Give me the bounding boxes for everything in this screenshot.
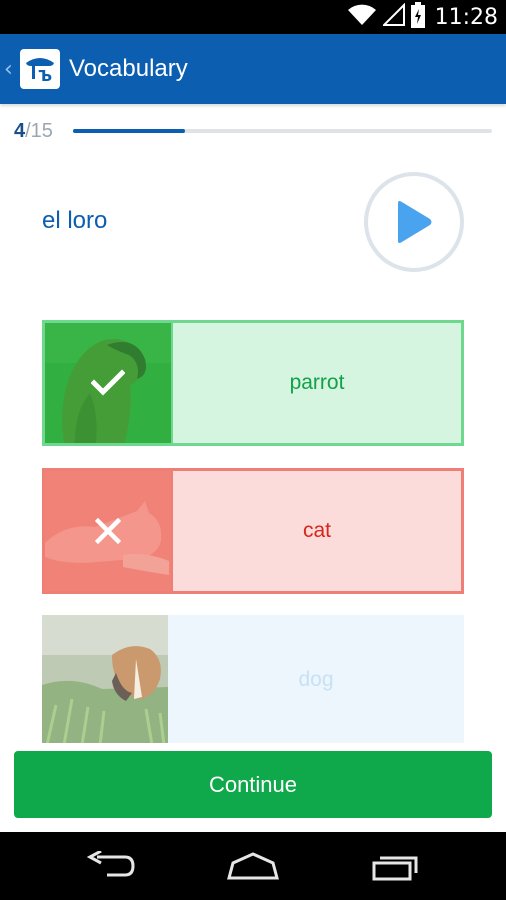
foreign-word: el loro (42, 207, 108, 234)
progress-current: 4 (14, 120, 26, 142)
dog-image (42, 615, 168, 745)
cross-icon (45, 471, 171, 591)
answer-label: cat (171, 471, 461, 591)
checkmark-icon (45, 323, 171, 443)
back-chevron-icon[interactable]: ‹ (4, 57, 18, 82)
navigation-bar (0, 832, 506, 900)
continue-button[interactable]: Continue (14, 751, 492, 818)
app-title: Vocabulary (69, 55, 188, 82)
progress-fill (73, 129, 185, 133)
progress-total: /15 (25, 120, 53, 142)
answer-option-parrot[interactable]: parrot (42, 320, 464, 446)
signal-icon (381, 2, 405, 32)
status-time: 11:28 (434, 4, 498, 30)
answer-label: parrot (171, 323, 461, 443)
answer-label: dog (168, 615, 464, 745)
cat-image (45, 471, 171, 591)
progress-counter: 4/15 (14, 120, 53, 143)
status-icons: 11:28 (347, 0, 498, 34)
answer-option-dog[interactable]: dog (42, 615, 464, 745)
back-icon[interactable] (66, 836, 156, 896)
play-audio-button[interactable] (364, 172, 464, 272)
home-icon[interactable] (208, 836, 298, 896)
parrot-image (45, 323, 171, 443)
app-logo-icon[interactable]: Ъ (20, 49, 60, 89)
answer-option-cat[interactable]: cat (42, 468, 464, 594)
play-icon (398, 201, 432, 243)
app-bar: ‹ Ъ Vocabulary (0, 34, 506, 104)
recents-icon[interactable] (350, 836, 440, 896)
svg-text:Ъ: Ъ (38, 67, 52, 84)
wifi-icon (347, 3, 377, 32)
status-bar: 11:28 (0, 0, 506, 34)
progress-bar (73, 129, 492, 133)
battery-icon (410, 1, 425, 33)
